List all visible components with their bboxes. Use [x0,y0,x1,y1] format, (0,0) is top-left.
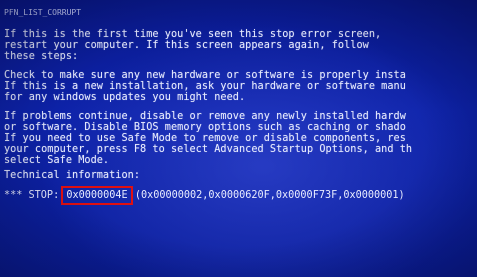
paragraph2-line1: Check to make sure any new hardware or s… [4,70,406,81]
paragraph2-line2: If this is a new installation, ask your … [4,81,406,92]
paragraph3-line3: If you need to use Safe Mode to remove o… [4,133,406,144]
stop-parameters: (0x00000002,0x0000620F,0x0000F73F,0x0000… [128,190,405,201]
paragraph1-line3: these steps: [4,51,79,62]
bsod-screen: PFN_LIST_CORRUPT If this is the first ti… [0,0,477,277]
stop-prefix: *** STOP: [4,190,66,201]
paragraph3-line4: your computer, press F8 to select Advanc… [4,144,413,155]
paragraph1-line2: restart your computer. If this screen ap… [4,40,369,51]
paragraph3-line2: or software. Disable BIOS memory options… [4,122,406,133]
paragraph3-line5: select Safe Mode. [4,155,110,166]
paragraph3-line1: If problems continue, disable or remove … [4,111,406,122]
paragraph2-line3: for any windows updates you might need. [4,92,246,103]
paragraph1-line1: If this is the first time you've seen th… [4,29,382,40]
stop-line: *** STOP: 0x0000004E (0x00000002,0x00006… [4,186,405,205]
technical-info-label: Technical information: [4,170,141,181]
stop-code-highlighted: 0x0000004E [61,186,133,205]
error-name: PFN_LIST_CORRUPT [4,8,82,17]
